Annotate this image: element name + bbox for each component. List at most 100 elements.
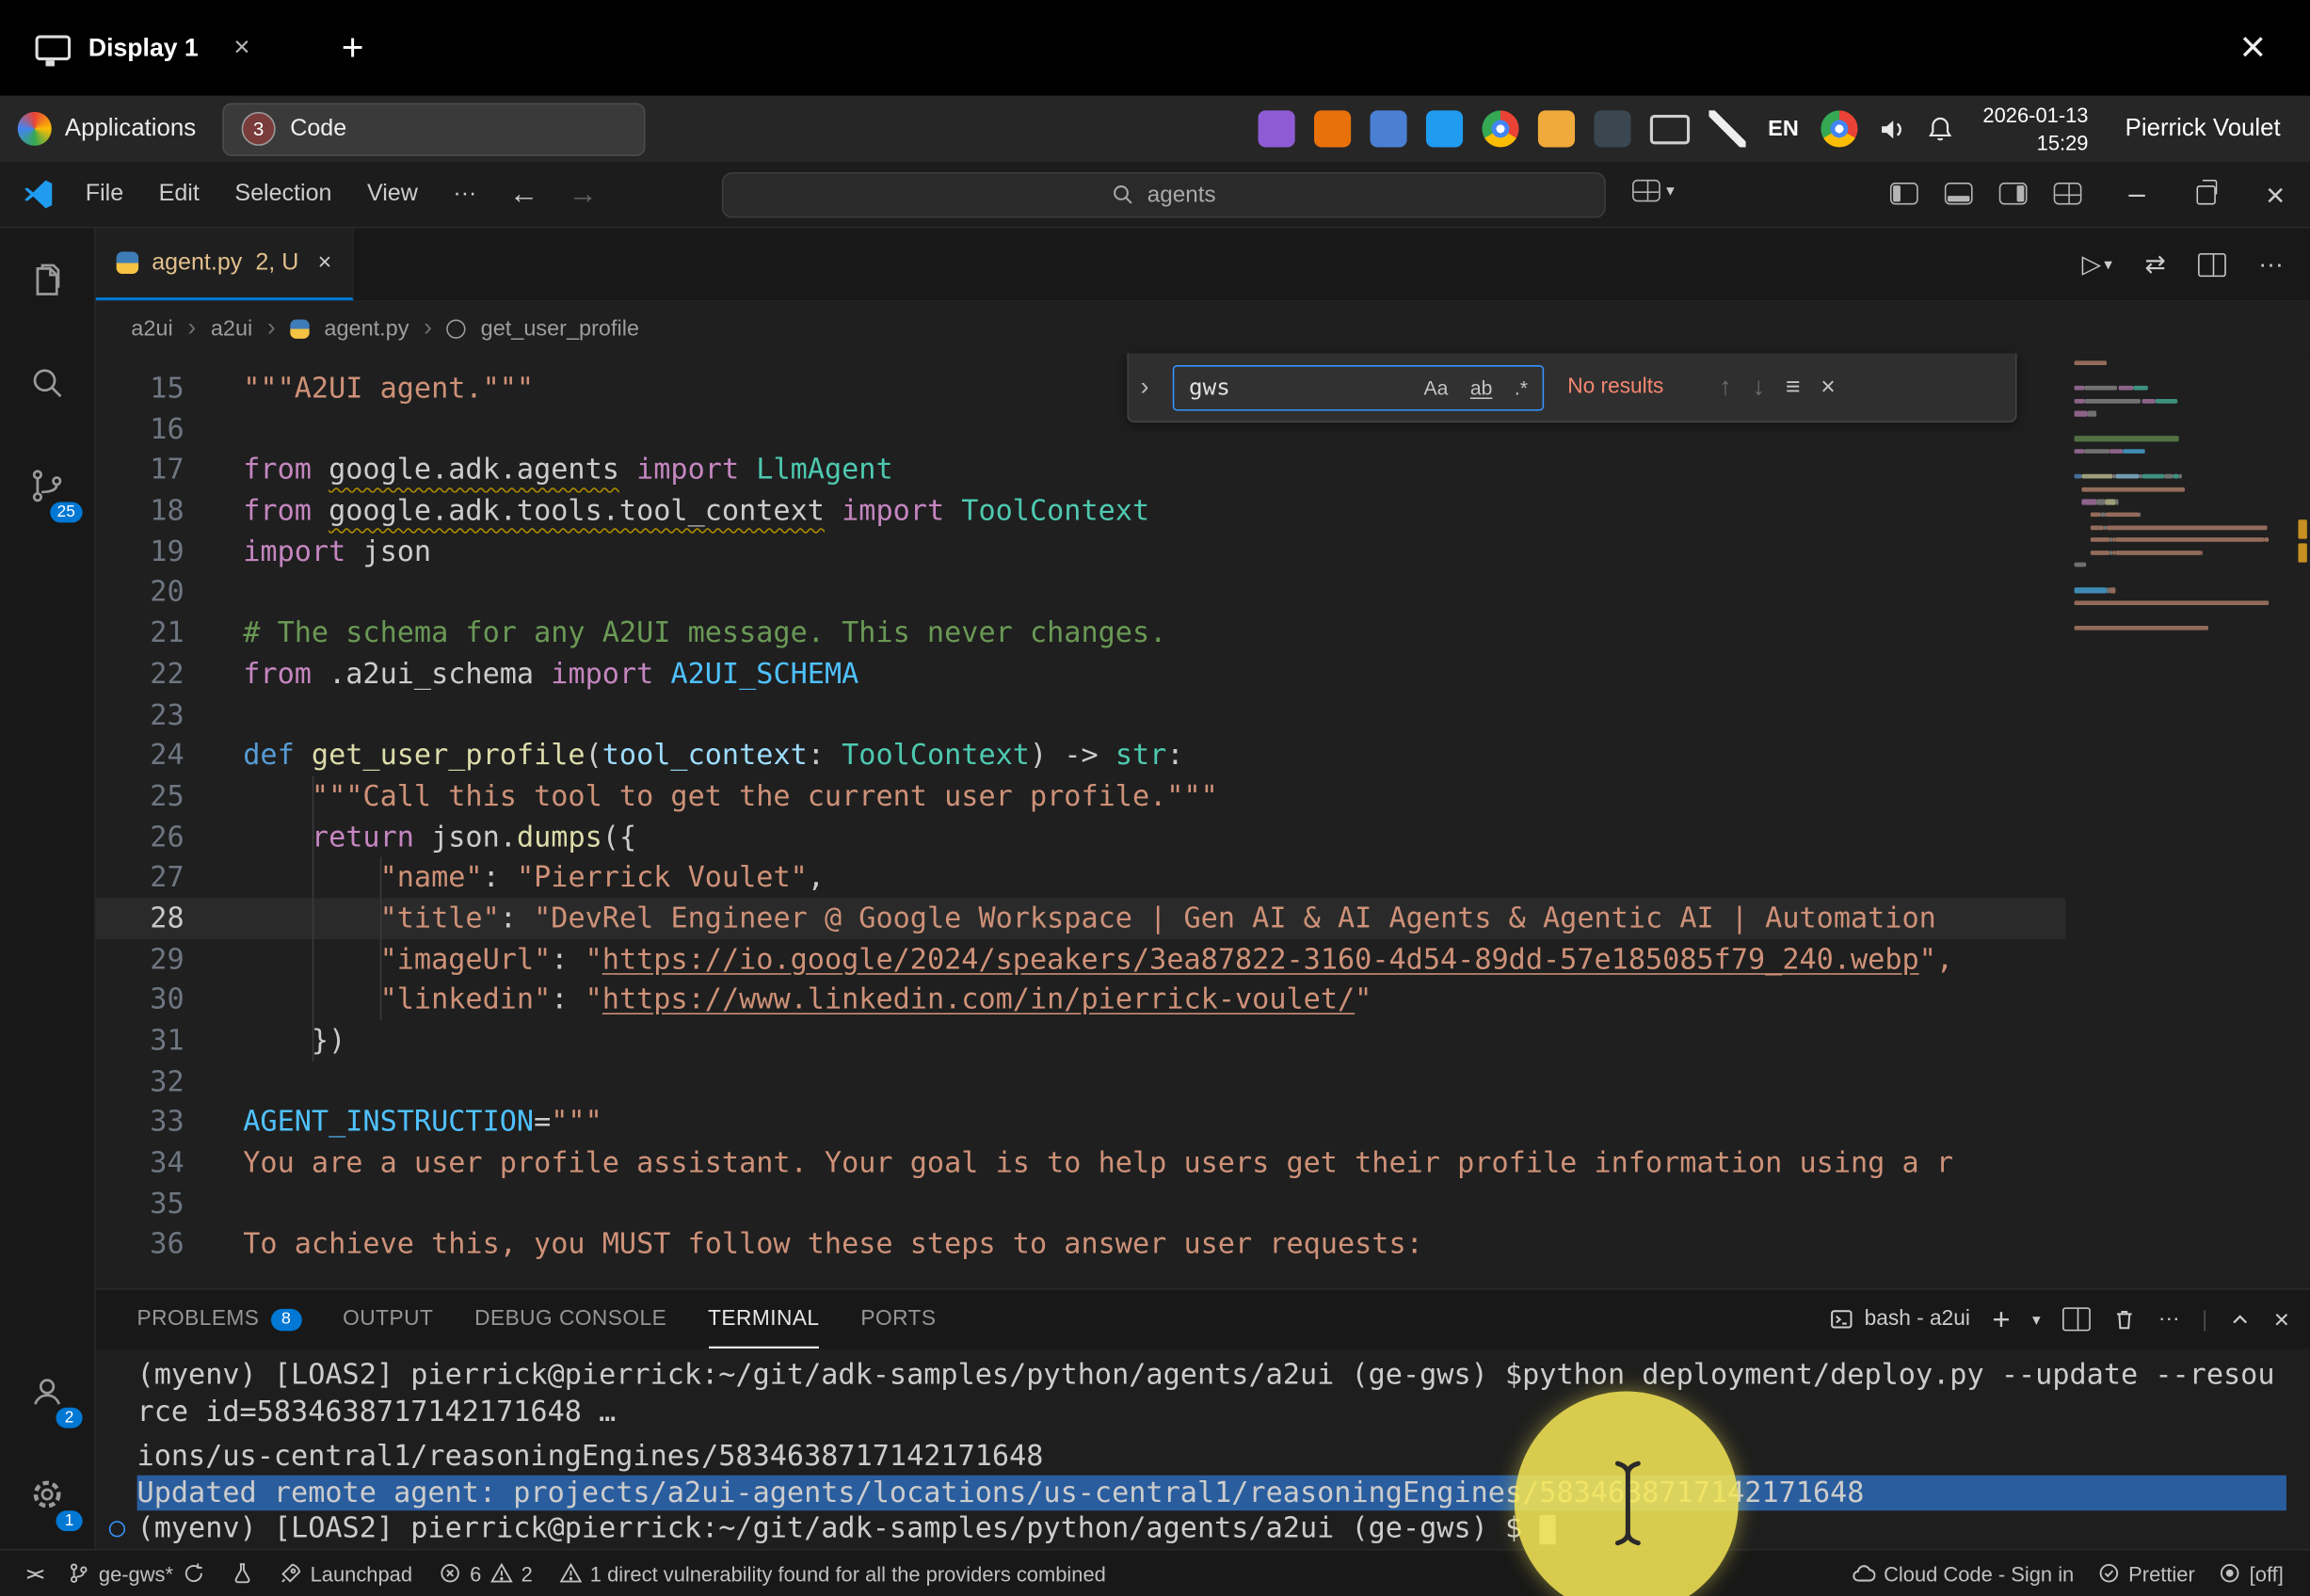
display-tab[interactable]: Display 1: [0, 0, 213, 96]
clock[interactable]: 2026-01-13 15:29: [1982, 102, 2088, 155]
search-view-icon[interactable]: [0, 331, 94, 435]
menu-edit[interactable]: Edit: [141, 175, 217, 214]
prettier-status[interactable]: Prettier: [2086, 1551, 2207, 1596]
viewer-close-button[interactable]: ×: [2240, 23, 2266, 72]
toggle-replace-icon[interactable]: ›: [1129, 353, 1161, 421]
menu-selection[interactable]: Selection: [217, 175, 350, 214]
nav-forward-icon[interactable]: →: [553, 178, 613, 212]
display-tab-close-icon[interactable]: ×: [213, 32, 270, 64]
more-actions-icon[interactable]: ···: [2258, 249, 2284, 279]
editor-actions: ▷▾ ⇄ ···: [2082, 249, 2284, 279]
find-in-selection-icon[interactable]: ≡: [1781, 373, 1805, 402]
beaker-status[interactable]: [219, 1551, 265, 1596]
line-number: 34: [96, 1142, 229, 1183]
terminal-instance[interactable]: bash - a2ui: [1829, 1307, 1970, 1331]
volume-icon[interactable]: [1877, 114, 1906, 143]
code-line: from .a2ui_schema import A2UI_SCHEMA: [243, 653, 2060, 694]
command-center-search[interactable]: agents: [722, 172, 1606, 218]
menu-file[interactable]: File: [68, 175, 141, 214]
customize-layout-icon[interactable]: [2054, 183, 2082, 204]
find-close-icon[interactable]: ×: [1817, 373, 1840, 402]
panel-tabs: PROBLEMS 8 OUTPUT DEBUG CONSOLE TERMINAL…: [96, 1290, 2310, 1349]
tray-vscode-icon[interactable]: [1426, 110, 1463, 147]
whole-word-toggle[interactable]: ab: [1465, 374, 1499, 402]
new-terminal-icon[interactable]: +: [1992, 1303, 2010, 1334]
warning-count: 2: [521, 1561, 533, 1585]
code-editor[interactable]: 1516171819202122232425262728293031323334…: [96, 355, 2310, 1288]
tray-pen-icon[interactable]: [1709, 110, 1746, 147]
breadcrumb-symbol[interactable]: get_user_profile: [481, 316, 639, 342]
toggle-secondary-sidebar-icon[interactable]: [1999, 183, 2028, 204]
tab-debug-console[interactable]: DEBUG CONSOLE: [474, 1290, 666, 1349]
git-branch-status[interactable]: ge-gws*: [56, 1551, 216, 1596]
menu-more-icon[interactable]: ···: [436, 175, 495, 214]
problems-status[interactable]: 6 2: [427, 1551, 545, 1596]
tab-problems[interactable]: PROBLEMS 8: [137, 1290, 302, 1349]
tab-ports[interactable]: PORTS: [860, 1290, 936, 1349]
time-label: 15:29: [1982, 129, 2088, 155]
applications-menu[interactable]: Applications: [18, 112, 196, 146]
layout-control[interactable]: ▾: [1632, 180, 1675, 201]
tray-app-blue-icon[interactable]: [1371, 110, 1407, 147]
close-button[interactable]: ×: [2240, 162, 2310, 228]
line-number: 21: [96, 613, 229, 653]
tray-app-purple-icon[interactable]: [1259, 110, 1295, 147]
line-number: 24: [96, 735, 229, 775]
breadcrumb-a2ui-2[interactable]: a2ui: [211, 316, 252, 342]
find-next-icon[interactable]: ↓: [1748, 373, 1770, 402]
find-previous-icon[interactable]: ↑: [1715, 373, 1737, 402]
find-input[interactable]: gws Aa ab .*: [1173, 364, 1544, 410]
new-display-tab-button[interactable]: +: [342, 25, 364, 72]
maximize-panel-icon[interactable]: [2230, 1308, 2252, 1330]
tab-close-icon[interactable]: ×: [318, 249, 332, 276]
accounts-icon[interactable]: 2: [0, 1340, 94, 1444]
breadcrumb-a2ui[interactable]: a2ui: [131, 316, 172, 342]
run-python-file-button[interactable]: ▷▾: [2082, 249, 2112, 279]
tab-problems-label: PROBLEMS: [137, 1307, 260, 1331]
chrome-icon[interactable]: [1821, 110, 1857, 147]
match-case-toggle[interactable]: Aa: [1418, 374, 1453, 402]
cloud-code-status[interactable]: Cloud Code - Sign in: [1839, 1551, 2086, 1596]
settings-gear-icon[interactable]: 1: [0, 1443, 94, 1546]
terminal-output[interactable]: (myenv) [LOAS2] pierrick@pierrick:~/git/…: [96, 1358, 2310, 1549]
tray-app-orange-icon[interactable]: [1314, 110, 1351, 147]
restore-icon: [2196, 185, 2215, 204]
close-panel-icon[interactable]: ×: [2274, 1303, 2289, 1334]
minimap-line: [2075, 449, 2299, 454]
regex-toggle[interactable]: .*: [1509, 374, 1534, 402]
nav-back-icon[interactable]: ←: [494, 178, 553, 212]
user-name[interactable]: Pierrick Voulet: [2126, 115, 2281, 143]
explorer-icon[interactable]: [0, 229, 94, 332]
kill-terminal-icon[interactable]: [2112, 1307, 2136, 1331]
tab-agent-py[interactable]: agent.py 2, U ×: [96, 229, 354, 301]
terminal-dropdown-icon[interactable]: ▾: [2032, 1310, 2041, 1329]
screencast-status[interactable]: [off]: [2206, 1551, 2295, 1596]
tray-display-icon[interactable]: [1650, 114, 1690, 143]
tray-chrome-icon[interactable]: [1483, 110, 1519, 147]
remote-indicator[interactable]: ><: [15, 1551, 54, 1596]
launchpad-status[interactable]: Launchpad: [267, 1551, 424, 1596]
restore-button[interactable]: [2172, 162, 2241, 228]
vulnerability-status[interactable]: 1 direct vulnerability found for all the…: [547, 1551, 1117, 1596]
tray-screenshot-icon[interactable]: [1594, 110, 1630, 147]
taskbar-window-code[interactable]: 3 Code: [222, 103, 645, 155]
toggle-sidebar-icon[interactable]: [1890, 183, 1918, 204]
minimap[interactable]: [2075, 360, 2299, 1288]
toggle-panel-icon[interactable]: [1945, 183, 1973, 204]
tray-files-icon[interactable]: [1538, 110, 1575, 147]
minimize-button[interactable]: –: [2102, 162, 2172, 228]
tab-terminal[interactable]: TERMINAL: [708, 1290, 820, 1349]
breadcrumb-agent-py[interactable]: agent.py: [324, 316, 409, 342]
panel-more-icon[interactable]: ···: [2158, 1307, 2180, 1331]
language-indicator[interactable]: EN: [1768, 117, 1799, 142]
tab-output[interactable]: OUTPUT: [343, 1290, 433, 1349]
chevron-right-icon: ›: [267, 313, 276, 343]
line-number: 15: [96, 368, 229, 408]
open-changes-icon[interactable]: ⇄: [2144, 249, 2165, 279]
notifications-bell-icon[interactable]: [1925, 114, 1954, 143]
launchpad-label: Launchpad: [311, 1561, 412, 1585]
split-editor-icon[interactable]: [2198, 252, 2226, 276]
source-control-icon[interactable]: 25: [0, 435, 94, 538]
split-terminal-icon[interactable]: [2062, 1307, 2091, 1331]
menu-view[interactable]: View: [349, 175, 435, 214]
